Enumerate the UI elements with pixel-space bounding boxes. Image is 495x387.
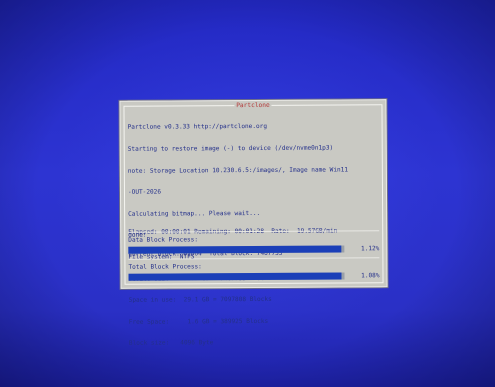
log-line: -OUT-2026 <box>127 188 162 196</box>
data-block-percent: 1.12% <box>360 245 380 253</box>
log-line: note: Storage Location 10.230.6.5:/image… <box>127 166 348 175</box>
data-block-label: Data Block Process: <box>128 236 199 244</box>
data-block-progress-fill <box>128 245 342 254</box>
log-line: Starting to restore image (-) to device … <box>127 144 334 153</box>
dialog-frame: Partclone Partclone v0.3.33 http://partc… <box>123 101 384 347</box>
total-block-progress-bar <box>128 272 345 281</box>
log-line: Free Space: 1.6 GB = 389925 Blocks <box>128 317 269 326</box>
log-line: Space in use: 29.1 GB = 7097808 Blocks <box>128 296 272 304</box>
log-line: Block size: 4096 Byte <box>128 339 214 348</box>
total-block-label: Total Block Process: <box>128 263 202 271</box>
total-block-progress-fill <box>128 272 342 281</box>
partclone-dialog: Partclone Partclone v0.3.33 http://partc… <box>119 99 388 347</box>
log-line: Partclone v0.3.33 http://partclone.org <box>127 123 268 132</box>
total-block-percent: 1.08% <box>361 272 380 280</box>
data-block-progress-bar <box>128 245 345 254</box>
